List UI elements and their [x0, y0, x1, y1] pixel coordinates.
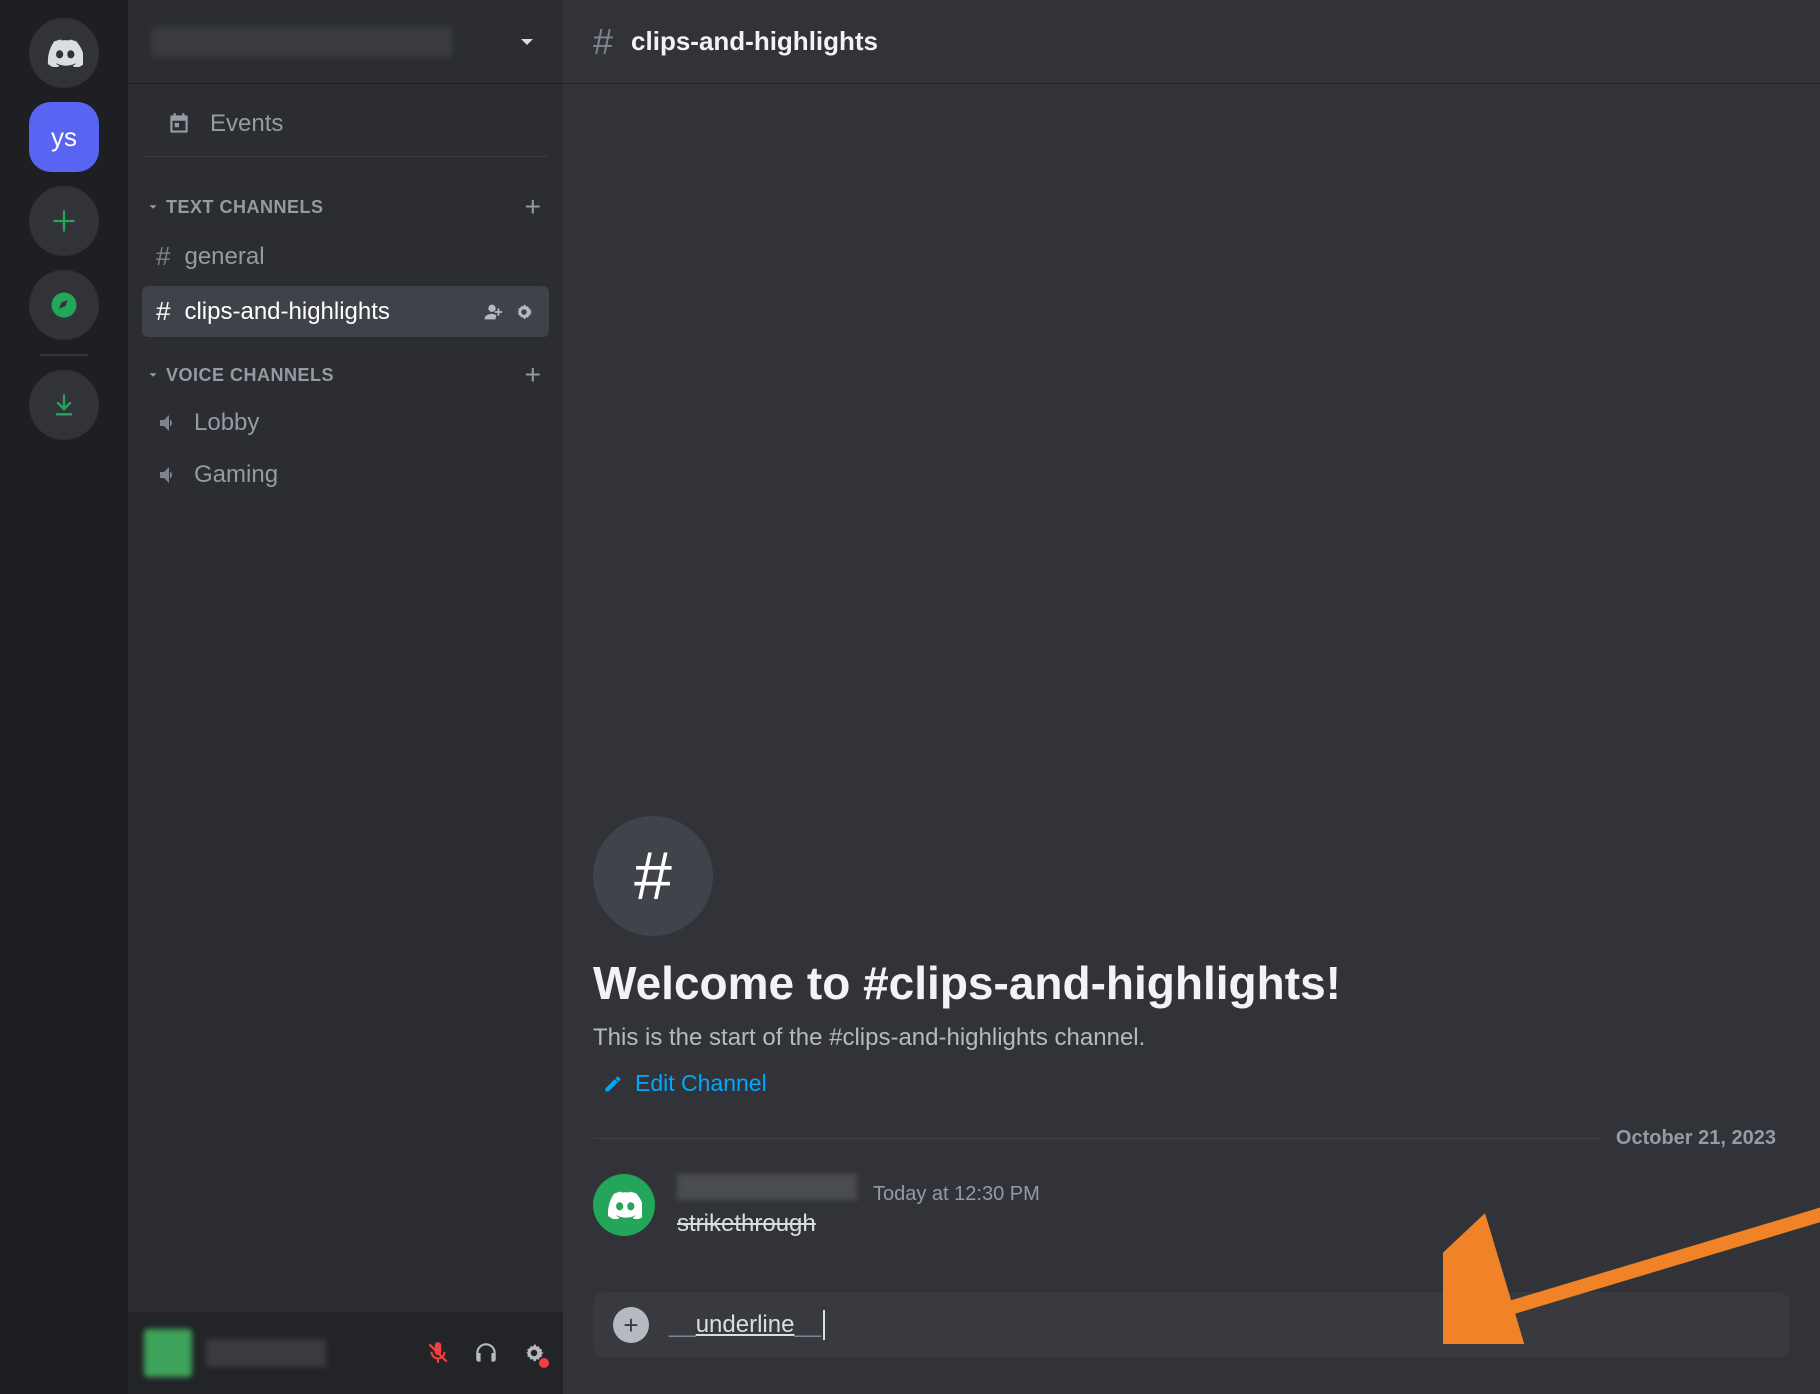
gear-icon[interactable] [513, 301, 535, 323]
message-author-redacted[interactable] [677, 1174, 857, 1200]
chevron-down-icon [146, 200, 160, 214]
markdown-suffix: __ [794, 1311, 821, 1339]
speaker-icon [156, 463, 180, 487]
channel-header: # clips-and-highlights [563, 0, 1820, 84]
mic-muted-icon[interactable] [425, 1340, 451, 1366]
text-channels-label: TEXT CHANNELS [166, 197, 324, 218]
voice-channels-category[interactable]: VOICE CHANNELS + [128, 339, 563, 397]
events-link[interactable]: Events [142, 92, 549, 157]
edit-channel-link[interactable]: Edit Channel [593, 1070, 1790, 1097]
server-initials: ys [51, 122, 77, 153]
chevron-down-icon [146, 368, 160, 382]
message-composer[interactable]: + __underline__ [593, 1292, 1790, 1358]
voice-channel-gaming[interactable]: Gaming [142, 451, 549, 499]
markdown-prefix: __ [669, 1311, 696, 1339]
download-icon [50, 391, 78, 419]
server-rail: ys [0, 0, 128, 1394]
invite-icon[interactable] [481, 301, 503, 323]
voice-channels-label: VOICE CHANNELS [166, 365, 334, 386]
attach-button[interactable]: + [613, 1307, 649, 1343]
add-voice-channel-button[interactable]: + [525, 359, 541, 391]
server-name-redacted [152, 27, 452, 57]
channel-general[interactable]: # general [142, 231, 549, 282]
user-avatar-redacted[interactable] [144, 1329, 192, 1377]
message-body: strikethrough [677, 1210, 1040, 1238]
user-panel [128, 1312, 563, 1394]
calendar-icon [166, 111, 192, 137]
discord-home-button[interactable] [29, 18, 99, 88]
add-text-channel-button[interactable]: + [525, 191, 541, 223]
channel-label: clips-and-highlights [184, 298, 389, 326]
server-header[interactable] [128, 0, 563, 84]
welcome-subtitle: This is the start of the #clips-and-high… [593, 1024, 1790, 1052]
hash-icon: # [156, 241, 170, 272]
plus-icon [50, 207, 78, 235]
user-name-redacted [206, 1339, 326, 1367]
chevron-down-icon [515, 30, 539, 54]
welcome-hash-icon: # [593, 816, 713, 936]
channels-sidebar: Events TEXT CHANNELS + # general # clips… [128, 0, 563, 1394]
hash-icon: # [156, 296, 170, 327]
download-apps-button[interactable] [29, 370, 99, 440]
composer-wrap: + __underline__ [563, 1292, 1820, 1394]
channel-label: general [184, 243, 264, 271]
rail-separator [40, 354, 88, 356]
speaker-icon [156, 411, 180, 435]
voice-channel-lobby[interactable]: Lobby [142, 399, 549, 447]
text-caret [823, 1310, 825, 1340]
messages-area: # Welcome to #clips-and-highlights! This… [563, 84, 1820, 1292]
explore-button[interactable] [29, 270, 99, 340]
date-divider: October 21, 2023 [593, 1127, 1790, 1150]
divider-line [593, 1138, 1602, 1139]
settings-gear-icon[interactable] [521, 1340, 547, 1366]
channel-title: clips-and-highlights [631, 26, 878, 57]
divider-date: October 21, 2023 [1616, 1127, 1776, 1150]
hash-icon: # [593, 21, 613, 63]
channel-clips-and-highlights[interactable]: # clips-and-highlights [142, 286, 549, 337]
welcome-title: Welcome to #clips-and-highlights! [593, 956, 1790, 1010]
events-label: Events [210, 110, 283, 138]
composer-text: underline [696, 1311, 795, 1339]
edit-channel-label: Edit Channel [635, 1070, 767, 1097]
compass-icon [49, 290, 79, 320]
welcome-block: # Welcome to #clips-and-highlights! This… [593, 816, 1790, 1292]
channel-label: Gaming [194, 461, 278, 489]
add-server-button[interactable] [29, 186, 99, 256]
text-channels-category[interactable]: TEXT CHANNELS + [128, 171, 563, 229]
main-content: # clips-and-highlights # Welcome to #cli… [563, 0, 1820, 1394]
message-avatar[interactable] [593, 1174, 655, 1236]
headphones-icon[interactable] [473, 1340, 499, 1366]
composer-input[interactable]: __underline__ [669, 1310, 825, 1340]
discord-logo-icon [45, 39, 83, 67]
message-timestamp: Today at 12:30 PM [873, 1183, 1040, 1206]
message-item: Today at 12:30 PM strikethrough [593, 1174, 1790, 1268]
server-icon-selected[interactable]: ys [29, 102, 99, 172]
pencil-icon [603, 1074, 623, 1094]
channel-label: Lobby [194, 409, 259, 437]
